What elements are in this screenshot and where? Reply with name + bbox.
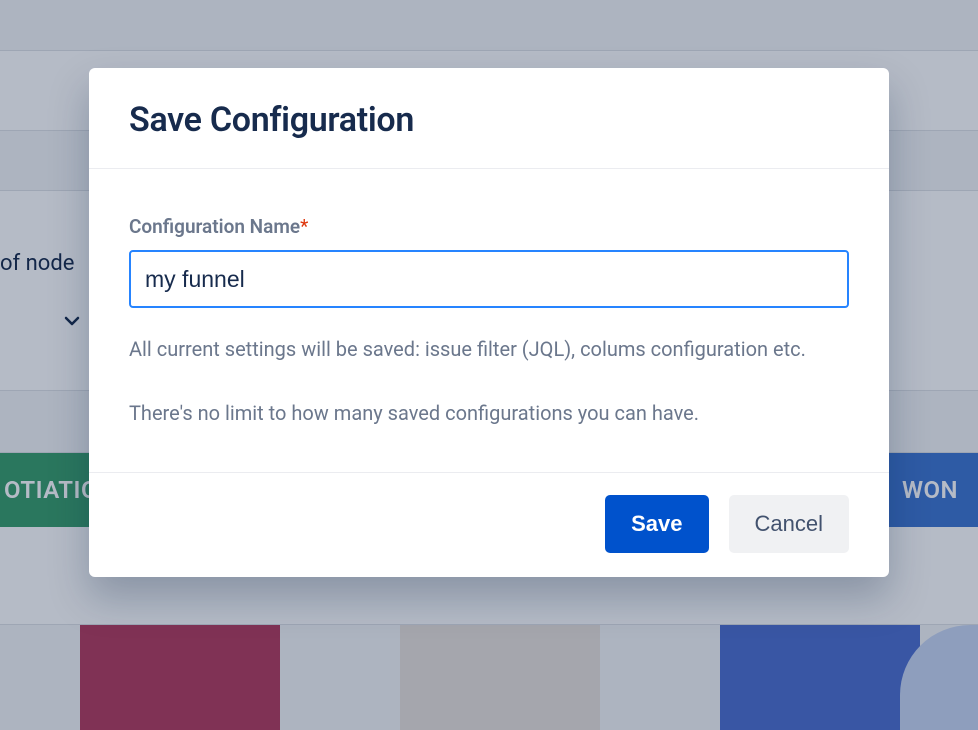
save-configuration-dialog: Save Configuration Configuration Name* A… <box>89 68 889 577</box>
save-button[interactable]: Save <box>605 495 708 553</box>
required-indicator: * <box>300 215 308 238</box>
modal-overlay[interactable]: Save Configuration Configuration Name* A… <box>0 0 978 730</box>
helper-line: All current settings will be saved: issu… <box>129 330 849 368</box>
helper-line: There's no limit to how many saved confi… <box>129 394 849 432</box>
dialog-title: Save Configuration <box>129 100 849 140</box>
configuration-name-label: Configuration Name* <box>129 215 849 238</box>
cancel-button[interactable]: Cancel <box>729 495 849 553</box>
helper-text: All current settings will be saved: issu… <box>129 330 849 432</box>
dialog-header: Save Configuration <box>89 68 889 169</box>
dialog-body: Configuration Name* All current settings… <box>89 169 889 473</box>
dialog-footer: Save Cancel <box>89 473 889 577</box>
label-text: Configuration Name <box>129 215 300 238</box>
configuration-name-input[interactable] <box>129 250 849 308</box>
